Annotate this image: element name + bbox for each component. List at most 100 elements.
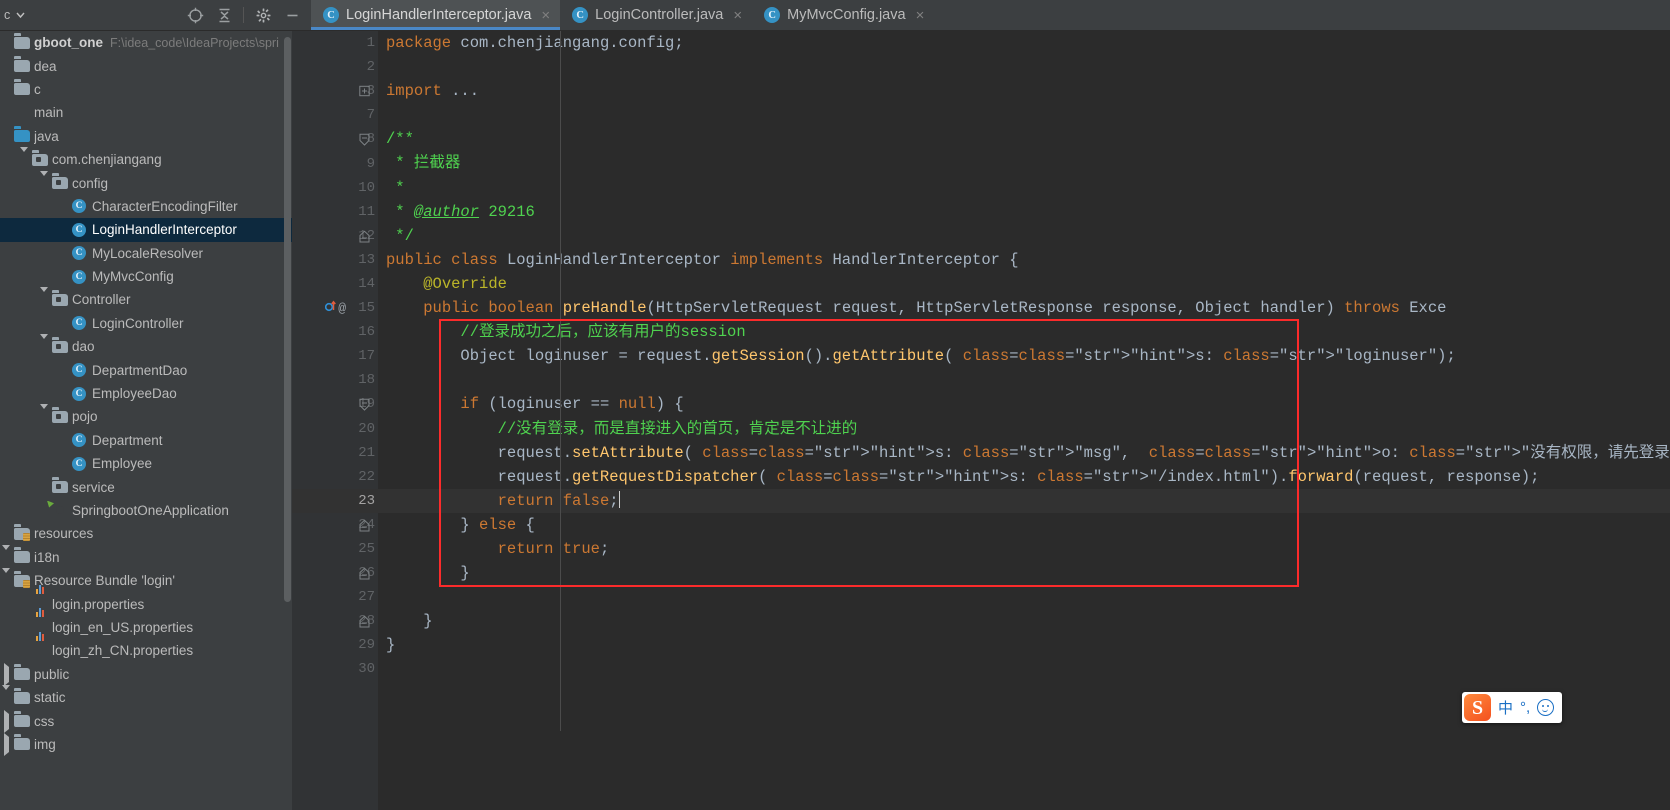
code-line[interactable]: /**	[378, 127, 1670, 151]
gutter-line[interactable]: 18	[292, 368, 378, 392]
chevron-down-icon[interactable]	[38, 339, 52, 354]
editor-tab[interactable]: CLoginHandlerInterceptor.java×	[311, 0, 560, 30]
gutter-line[interactable]: 20	[292, 417, 378, 441]
settings-gear-icon[interactable]	[250, 2, 276, 28]
gutter-line[interactable]: 13	[292, 248, 378, 272]
code-line[interactable]: public class LoginHandlerInterceptor imp…	[378, 248, 1670, 272]
gutter-line[interactable]: 28	[292, 609, 378, 633]
gutter-line[interactable]: 19	[292, 392, 378, 416]
code-fold-icon[interactable]	[359, 519, 370, 530]
gutter-line[interactable]: 23	[292, 489, 378, 513]
project-tree[interactable]: gboot_oneF:\idea_code\IdeaProjects\sprid…	[0, 31, 292, 810]
tree-item[interactable]: img	[0, 733, 292, 756]
editor-tab[interactable]: CMyMvcConfig.java×	[752, 0, 934, 30]
tree-item[interactable]: java	[0, 125, 292, 148]
project-view-selector[interactable]: c	[4, 8, 26, 23]
tree-item[interactable]: CEmployee	[0, 452, 292, 475]
tree-item[interactable]: public	[0, 663, 292, 686]
code-line[interactable]: //登录成功之后，应该有用户的session	[378, 320, 1670, 344]
tree-item[interactable]: CDepartmentDao	[0, 358, 292, 381]
code-line[interactable]: Object loginuser = request.getSession().…	[378, 344, 1670, 368]
gutter-line[interactable]: 2	[292, 55, 378, 79]
tree-item[interactable]: service	[0, 475, 292, 498]
tree-item[interactable]: dao	[0, 335, 292, 358]
gutter-line[interactable]: 22	[292, 465, 378, 489]
code-line[interactable]: * 拦截器	[378, 151, 1670, 175]
code-line[interactable]: if (loginuser == null) {	[378, 392, 1670, 416]
minimize-icon[interactable]	[279, 2, 305, 28]
project-tree-panel[interactable]: gboot_oneF:\idea_code\IdeaProjects\sprid…	[0, 31, 292, 810]
gutter-line[interactable]: 25	[292, 537, 378, 561]
code-line[interactable]: public boolean preHandle(HttpServletRequ…	[378, 296, 1670, 320]
code-line[interactable]	[378, 368, 1670, 392]
chevron-down-icon[interactable]	[38, 176, 52, 191]
gutter-line[interactable]: 12	[292, 224, 378, 248]
tree-item[interactable]: pojo	[0, 405, 292, 428]
code-line[interactable]: package com.chenjiangang.config;	[378, 31, 1670, 55]
tree-item[interactable]: dea	[0, 54, 292, 77]
code-line[interactable]: */	[378, 224, 1670, 248]
gutter-line[interactable]: 7	[292, 103, 378, 127]
tree-item[interactable]: CEmployeeDao	[0, 382, 292, 405]
code-fold-icon[interactable]	[359, 134, 370, 145]
tree-item[interactable]: SpringbootOneApplication	[0, 499, 292, 522]
chevron-down-icon[interactable]	[38, 292, 52, 307]
editor-tab[interactable]: CLoginController.java×	[560, 0, 752, 30]
gutter-line[interactable]: 9	[292, 151, 378, 175]
code-line[interactable]: return true;	[378, 537, 1670, 561]
tree-item[interactable]: i18n	[0, 546, 292, 569]
code-fold-icon[interactable]	[359, 86, 370, 97]
gutter-line[interactable]: 30	[292, 657, 378, 681]
tree-item[interactable]: resources	[0, 522, 292, 545]
gutter-line[interactable]: 8	[292, 127, 378, 151]
code-line[interactable]: request.setAttribute( class=class="str">…	[378, 441, 1670, 465]
chevron-down-icon[interactable]	[0, 690, 14, 705]
chevron-down-icon[interactable]	[18, 152, 32, 167]
gutter-line[interactable]: 1	[292, 31, 378, 55]
gutter-line[interactable]: 27	[292, 585, 378, 609]
locate-crosshair-icon[interactable]	[182, 2, 208, 28]
code-line[interactable]: @Override	[378, 272, 1670, 296]
tree-item[interactable]: CMyLocaleResolver	[0, 242, 292, 265]
gutter-line[interactable]: 17	[292, 344, 378, 368]
code-line[interactable]: *	[378, 176, 1670, 200]
tree-item[interactable]: css	[0, 709, 292, 732]
tree-item[interactable]: c	[0, 78, 292, 101]
code-line[interactable]: request.getRequestDispatcher( class=clas…	[378, 465, 1670, 489]
close-icon[interactable]: ×	[541, 8, 550, 23]
code-line[interactable]: //没有登录，而是直接进入的首页，肯定是不让进的	[378, 417, 1670, 441]
chevron-down-icon[interactable]	[0, 573, 14, 588]
tree-item[interactable]: CLoginController	[0, 312, 292, 335]
code-line[interactable]: * @author 29216	[378, 200, 1670, 224]
tree-item[interactable]: CCharacterEncodingFilter	[0, 195, 292, 218]
ime-punctuation-mode[interactable]: °,	[1520, 699, 1530, 716]
code-line[interactable]: }	[378, 633, 1670, 657]
override-implement-icon[interactable]	[325, 299, 336, 317]
code-line[interactable]	[378, 103, 1670, 127]
gutter-line[interactable]: 16	[292, 320, 378, 344]
gutter-line[interactable]: 26	[292, 561, 378, 585]
close-icon[interactable]: ×	[733, 8, 742, 23]
code-line[interactable]	[378, 585, 1670, 609]
gutter-markers[interactable]: @	[325, 299, 346, 317]
tree-item[interactable]: config	[0, 171, 292, 194]
tree-item[interactable]: CLoginHandlerInterceptor	[0, 218, 292, 241]
tree-item[interactable]: login_zh_CN.properties	[0, 639, 292, 662]
code-line[interactable]	[378, 55, 1670, 79]
code-fold-icon[interactable]	[359, 568, 370, 579]
code-line[interactable]: }	[378, 561, 1670, 585]
code-line[interactable]: } else {	[378, 513, 1670, 537]
chevron-down-icon[interactable]	[0, 550, 14, 565]
tree-item[interactable]: CMyMvcConfig	[0, 265, 292, 288]
tree-item[interactable]: gboot_oneF:\idea_code\IdeaProjects\spri	[0, 31, 292, 54]
ime-language-mode[interactable]: 中	[1498, 697, 1513, 718]
chevron-right-icon[interactable]	[0, 737, 14, 752]
gutter-line[interactable]: 3	[292, 79, 378, 103]
gutter-line[interactable]: @15	[292, 296, 378, 320]
gutter-line[interactable]: 29	[292, 633, 378, 657]
chevron-down-icon[interactable]	[38, 409, 52, 424]
code-fold-icon[interactable]	[359, 616, 370, 627]
code-line[interactable]	[378, 657, 1670, 681]
code-fold-icon[interactable]	[359, 399, 370, 410]
code-fold-icon[interactable]	[359, 230, 370, 241]
